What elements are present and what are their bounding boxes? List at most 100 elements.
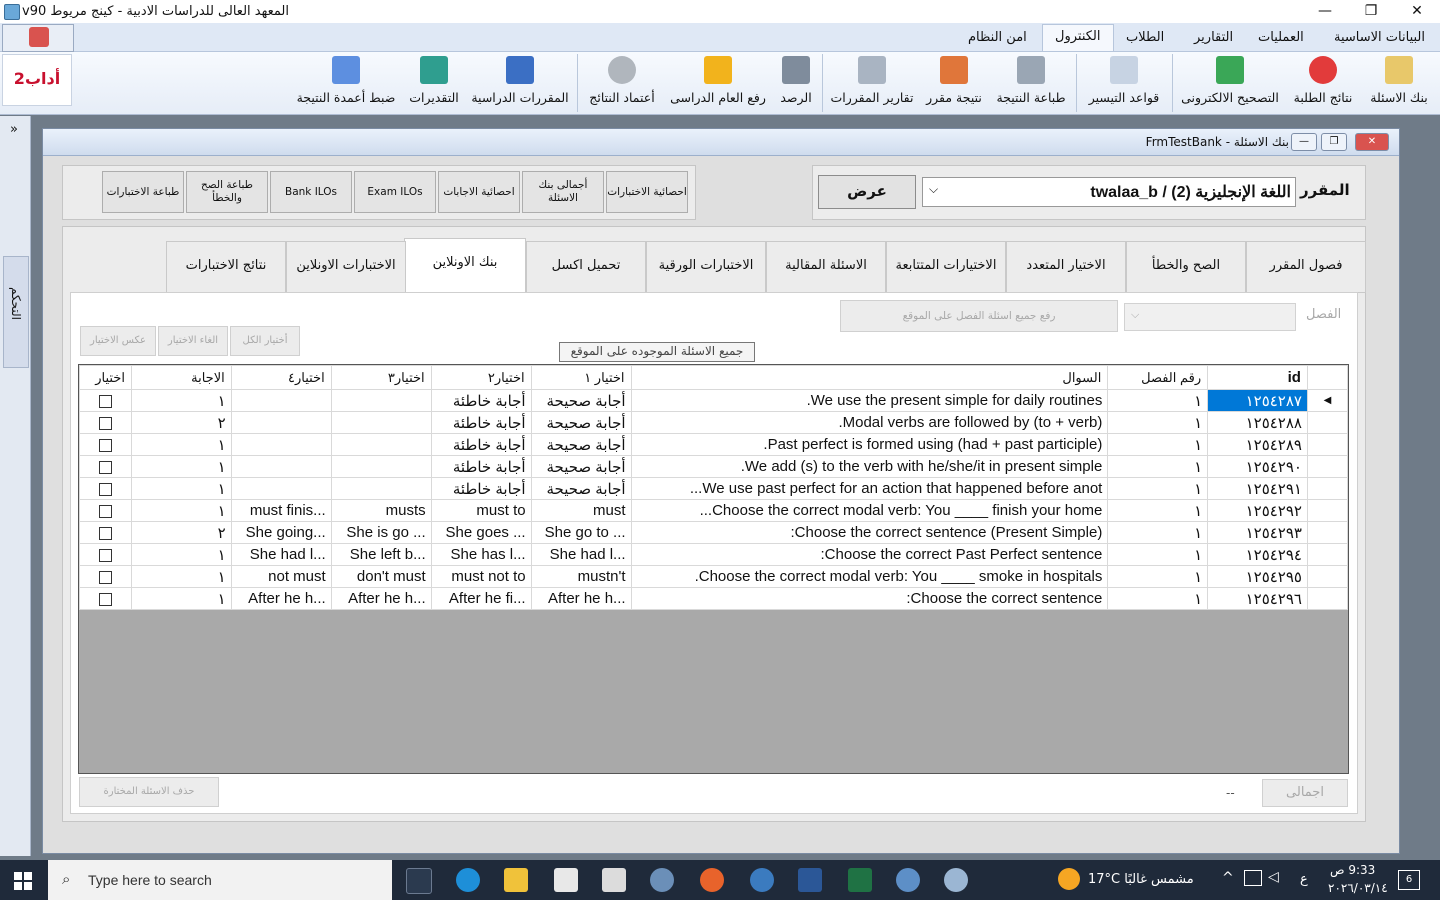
cell-choice3[interactable] <box>330 389 432 412</box>
tab-exam-results[interactable]: نتائج الاختبارات <box>166 241 286 293</box>
table-row[interactable]: ٢ أجابة خاطئة أجابة صحيحة Modal verbs are f… <box>79 411 1349 434</box>
col-answer[interactable]: الاجابة <box>130 365 232 390</box>
cell-choice3[interactable]: She is go ... <box>330 521 432 544</box>
cell-chapter[interactable]: ١ <box>1107 455 1209 478</box>
cell-choice2[interactable]: أجابة خاطئة <box>430 411 532 434</box>
ribbon-courses[interactable]: المقررات الدراسية <box>470 56 570 112</box>
course-select[interactable]: ⌵ اللغة الإنجليزية (2) / twalaa_b <box>922 177 1296 207</box>
cell-choice1[interactable]: أجابة صحيحة <box>530 389 632 412</box>
app-icon-active[interactable] <box>650 868 674 892</box>
cell-question[interactable]: Modal verbs are followed by (to + verb). <box>630 411 1109 434</box>
tab-excel-upload[interactable]: تحميل اكسل <box>526 241 646 293</box>
cell-answer[interactable]: ٢ <box>130 411 232 434</box>
cell-select[interactable] <box>79 521 132 544</box>
bank-total-button[interactable]: أجمالى بنك الاسئلة <box>522 171 604 213</box>
col-choice3[interactable]: اختيار٣ <box>330 365 432 390</box>
cell-id[interactable]: ١٢٥٤٢٩٦ <box>1207 587 1308 610</box>
table-row[interactable]: ١ أجابة خاطئة أجابة صحيحة Past perfect is f… <box>79 433 1349 456</box>
cell-chapter[interactable]: ١ <box>1107 477 1209 500</box>
cell-answer[interactable]: ١ <box>130 477 232 500</box>
col-id[interactable]: id <box>1207 365 1308 390</box>
cell-answer[interactable]: ١ <box>130 389 232 412</box>
ribbon-question-bank[interactable]: بنك الاسئلة <box>1364 56 1434 112</box>
word-icon[interactable] <box>798 868 822 892</box>
tab-multiple-choice[interactable]: الاختيار المتعدد <box>1006 241 1126 293</box>
select-checkbox[interactable] <box>98 570 112 584</box>
cell-select[interactable] <box>79 499 132 522</box>
tab-course-chapters[interactable]: فصول المقرر <box>1246 241 1366 293</box>
cell-choice2[interactable]: must to <box>430 499 532 522</box>
menu-control[interactable]: الكنترول <box>1042 24 1114 51</box>
cell-id[interactable]: ١٢٥٤٢٩٤ <box>1207 543 1308 566</box>
cell-choice1[interactable]: أجابة صحيحة <box>530 433 632 456</box>
ribbon-course-result[interactable]: نتيجة مقرر <box>924 56 984 112</box>
ribbon-grade-entry[interactable]: الرصد <box>776 56 816 112</box>
cell-select[interactable] <box>79 565 132 588</box>
cell-choice2[interactable]: must not to <box>430 565 532 588</box>
cell-question[interactable]: Choose the correct modal verb: You ____ … <box>630 565 1109 588</box>
ribbon-approve-results[interactable]: أعتماد النتائج <box>586 56 658 112</box>
delete-selected-button[interactable]: حذف الاسئلة المختارة <box>79 777 219 807</box>
cell-answer[interactable]: ١ <box>130 499 232 522</box>
cell-select[interactable] <box>79 433 132 456</box>
exam-stats-button[interactable]: احصائية الاختبارات <box>606 171 688 213</box>
menu-students[interactable]: الطلاب <box>1126 28 1164 50</box>
file-explorer-icon[interactable] <box>504 868 528 892</box>
form-minimize-button[interactable]: — <box>1291 133 1317 151</box>
form-restore-button[interactable]: ❐ <box>1321 133 1347 151</box>
menu-system-security[interactable]: امن النظام <box>968 28 1027 50</box>
cell-answer[interactable]: ١ <box>130 587 232 610</box>
minimize-button[interactable]: — <box>1302 0 1348 23</box>
cell-chapter[interactable]: ١ <box>1107 565 1209 588</box>
taskbar-search[interactable]: ⌕ Type here to search <box>48 860 392 900</box>
cell-choice4[interactable] <box>230 455 332 478</box>
ribbon-course-reports[interactable]: تقارير المقررات <box>830 56 914 112</box>
cell-choice3[interactable] <box>330 477 432 500</box>
chapter-select[interactable]: ⌵ <box>1124 303 1296 331</box>
menu-basic-data[interactable]: البيانات الاساسية <box>1334 28 1425 50</box>
cancel-selection-button[interactable]: الغاء الاختيار <box>158 326 228 356</box>
answers-stats-button[interactable]: احصائية الاجابات <box>438 171 520 213</box>
cell-choice4[interactable] <box>230 411 332 434</box>
tools-icon-box[interactable] <box>2 24 74 52</box>
ribbon-grades[interactable]: التقديرات <box>406 56 462 112</box>
cell-select[interactable] <box>79 477 132 500</box>
cell-choice1[interactable]: must <box>530 499 632 522</box>
col-choice1[interactable]: اختيار ١ <box>530 365 632 390</box>
task-view-icon[interactable] <box>406 868 432 894</box>
menu-reports[interactable]: التقارير <box>1194 28 1233 50</box>
select-checkbox[interactable] <box>98 460 112 474</box>
cell-question[interactable]: Choose the correct modal verb: You ____ … <box>630 499 1109 522</box>
cell-chapter[interactable]: ١ <box>1107 543 1209 566</box>
cell-choice2[interactable]: After he fi... <box>430 587 532 610</box>
cell-question[interactable]: We use past perfect for an action that h… <box>630 477 1109 500</box>
table-row[interactable]: ١ not must don't must must not to mustn't Cho… <box>79 565 1349 588</box>
select-checkbox[interactable] <box>98 394 112 408</box>
cell-select[interactable] <box>79 543 132 566</box>
cell-id[interactable]: ١٢٥٤٢٨٨ <box>1207 411 1308 434</box>
ribbon-electronic-grading[interactable]: التصحيح الالكترونى <box>1180 56 1280 112</box>
menu-operations[interactable]: العمليات <box>1258 28 1304 50</box>
print-true-false-button[interactable]: طباعة الصح والخطأ <box>186 171 268 213</box>
close-button[interactable]: ✕ <box>1394 0 1440 23</box>
cell-choice4[interactable] <box>230 389 332 412</box>
cell-choice4[interactable]: After he h... <box>230 587 332 610</box>
network-icon[interactable] <box>1244 870 1262 886</box>
tab-online-exams[interactable]: الاختبارات الاونلاين <box>286 241 406 293</box>
cell-choice3[interactable]: don't must <box>330 565 432 588</box>
cell-chapter[interactable]: ١ <box>1107 587 1209 610</box>
select-checkbox[interactable] <box>98 526 112 540</box>
tab-paper-exams[interactable]: الاختبارات الورقية <box>646 241 766 293</box>
cell-choice1[interactable]: After he h... <box>530 587 632 610</box>
cell-id[interactable]: ١٢٥٤٢٨٩ <box>1207 433 1308 456</box>
maximize-button[interactable]: ❐ <box>1348 0 1394 23</box>
col-select[interactable]: اختيار <box>79 365 132 390</box>
cell-choice2[interactable]: أجابة خاطئة <box>430 477 532 500</box>
col-question[interactable]: السوال <box>630 365 1109 390</box>
ribbon-student-results[interactable]: نتائج الطلبة <box>1290 56 1356 112</box>
cell-choice3[interactable]: musts <box>330 499 432 522</box>
cell-choice1[interactable]: She go to ... <box>530 521 632 544</box>
select-checkbox[interactable] <box>98 592 112 606</box>
cell-question[interactable]: Choose the correct Past Perfect sentence… <box>630 543 1109 566</box>
cell-choice4[interactable]: She going... <box>230 521 332 544</box>
